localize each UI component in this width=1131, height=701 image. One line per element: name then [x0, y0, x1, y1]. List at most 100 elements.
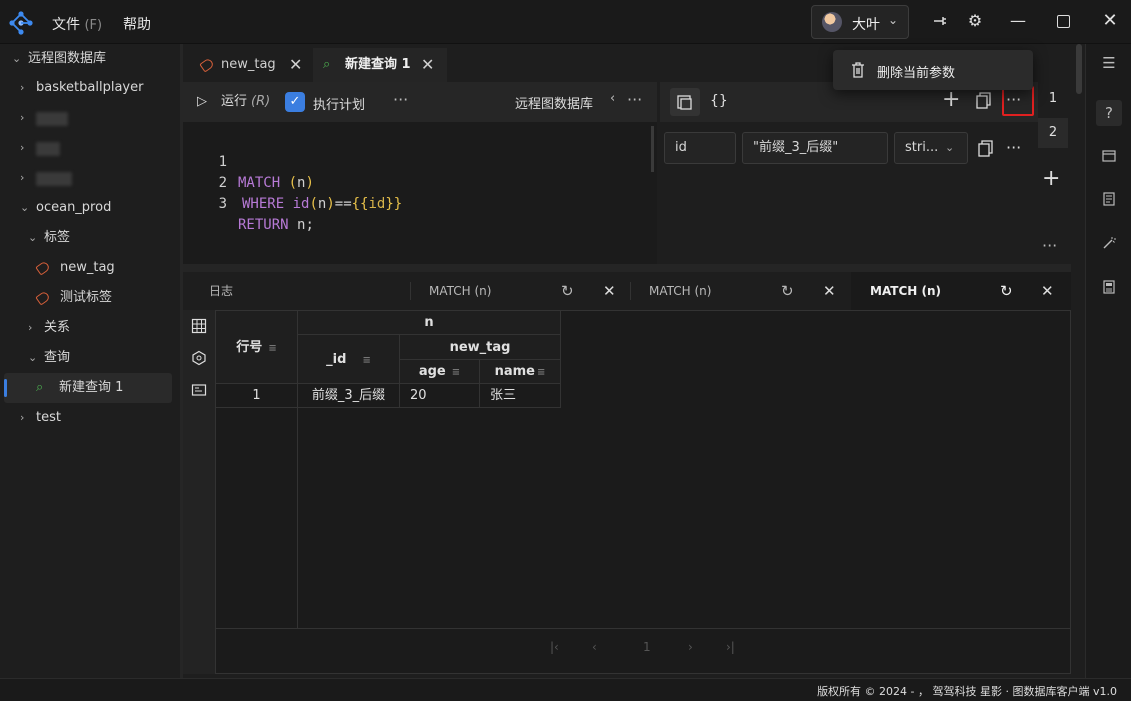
- params-scrollbar[interactable]: [1076, 44, 1082, 94]
- menu-icon[interactable]: ☰: [1096, 50, 1122, 76]
- param-value-field[interactable]: "前缀_3_后缀": [742, 132, 888, 164]
- tree-item-test-tag[interactable]: 测试标签: [0, 283, 180, 313]
- play-icon: ▷: [197, 94, 207, 109]
- column-header-row-number[interactable]: 行号 ≡: [216, 311, 298, 384]
- more-options-icon[interactable]: ···: [393, 90, 408, 109]
- column-header-name[interactable]: name ≡: [480, 360, 561, 384]
- menu-file[interactable]: 文件 (F): [52, 14, 102, 34]
- exec-plan-checkbox[interactable]: ✓: [285, 92, 305, 112]
- sort-icon[interactable]: ≡: [537, 367, 545, 378]
- more-options-icon[interactable]: ···: [1006, 138, 1021, 157]
- table-cell-age: 20: [400, 384, 480, 408]
- param-set-2-button[interactable]: 2: [1038, 118, 1068, 148]
- sort-icon[interactable]: ≡: [268, 343, 276, 354]
- copy-icon[interactable]: [976, 92, 992, 110]
- param-name-field[interactable]: id: [664, 132, 736, 164]
- settings-gear-icon[interactable]: ⚙: [963, 11, 987, 30]
- tree-item-redacted-3[interactable]: ›: [0, 163, 180, 193]
- database-save-icon[interactable]: [1096, 276, 1122, 302]
- tree-item-relations[interactable]: › 关系: [0, 313, 180, 343]
- column-header-id[interactable]: _id ≡: [298, 335, 400, 384]
- params-table-view-button[interactable]: [670, 88, 700, 116]
- copy-icon[interactable]: [978, 140, 994, 158]
- result-tab-label: MATCH (n): [429, 284, 492, 298]
- result-tab-bar: 日志 MATCH (n) ↻ ✕ MATCH (n) ↻ ✕ MATCH (n)…: [183, 272, 1071, 310]
- close-window-icon[interactable]: ✕: [1098, 10, 1122, 31]
- param-type-select[interactable]: stri... ⌄: [894, 132, 968, 164]
- current-page[interactable]: 1: [643, 640, 651, 654]
- tab-new-query-1[interactable]: ⌕ 新建查询 1 ✕: [313, 48, 447, 82]
- code-editor[interactable]: 1 MATCH (n) 2 WHERE id(n)=={{id}} 3 RETU…: [183, 122, 657, 264]
- tree-item-redacted-2[interactable]: ›: [0, 133, 180, 163]
- exec-plan-label: 执行计划: [313, 98, 366, 113]
- tree-item-basketballplayer[interactable]: › basketballplayer: [0, 73, 180, 103]
- result-tab-match-3[interactable]: MATCH (n) ↻ ✕: [851, 272, 1071, 310]
- add-param-icon[interactable]: +: [942, 88, 960, 112]
- header-label: age: [418, 364, 446, 379]
- chevron-right-icon: ›: [20, 141, 25, 154]
- delete-param-menu-item[interactable]: 删除当前参数: [877, 62, 955, 81]
- close-tab-icon[interactable]: ✕: [289, 48, 302, 82]
- tree-item-new-tag[interactable]: new_tag: [0, 253, 180, 283]
- tree-root-remote-db[interactable]: ⌄ 远程图数据库: [0, 44, 180, 74]
- menu-help[interactable]: 帮助: [123, 14, 151, 34]
- sort-icon[interactable]: ≡: [452, 367, 460, 378]
- tree-item-test[interactable]: › test: [0, 403, 180, 433]
- tree-item-queries[interactable]: ⌄ 查询: [0, 343, 180, 373]
- highlight-box: [1002, 86, 1034, 116]
- selection-marker: [4, 379, 7, 397]
- sort-icon[interactable]: ≡: [362, 355, 370, 366]
- param-set-1-button[interactable]: 1: [1038, 84, 1068, 114]
- more-options-icon[interactable]: ···: [627, 90, 642, 109]
- tree-item-label: test: [36, 410, 61, 425]
- table-view-icon[interactable]: [189, 318, 209, 338]
- more-options-icon[interactable]: ···: [1042, 236, 1057, 255]
- redacted-label: [36, 172, 72, 186]
- table-cell-id: 前缀_3_后缀: [298, 384, 400, 408]
- last-page-icon[interactable]: ›|: [726, 640, 735, 654]
- tab-label: 新建查询 1: [345, 57, 411, 72]
- next-page-icon[interactable]: ›: [688, 640, 693, 654]
- group-header-new-tag: new_tag: [400, 335, 561, 360]
- close-tab-icon[interactable]: ✕: [603, 272, 616, 310]
- params-json-view-button[interactable]: {}: [710, 93, 728, 109]
- tree-item-ocean-prod[interactable]: ⌄ ocean_prod: [0, 193, 180, 223]
- tree-item-tags[interactable]: ⌄ 标签: [0, 223, 180, 253]
- tab-new-tag[interactable]: new_tag ✕: [187, 48, 313, 82]
- minimize-icon[interactable]: —: [1006, 11, 1030, 30]
- graph-view-icon[interactable]: [189, 350, 209, 370]
- tree-item-new-query-1[interactable]: ⌕ 新建查询 1: [4, 373, 172, 403]
- card-icon[interactable]: [1096, 144, 1122, 170]
- first-page-icon[interactable]: |‹: [550, 640, 559, 654]
- result-tab-match-2[interactable]: MATCH (n) ↻ ✕: [631, 272, 851, 310]
- maximize-icon[interactable]: [1057, 15, 1070, 28]
- column-header-age[interactable]: age ≡: [400, 360, 480, 384]
- result-view-switcher: [183, 310, 215, 674]
- editor-scrollbar[interactable]: [651, 126, 654, 172]
- tree-item-redacted-1[interactable]: ›: [0, 103, 180, 133]
- help-question-icon[interactable]: ?: [1096, 100, 1122, 126]
- keyword: RETURN: [238, 217, 289, 233]
- magic-wand-icon[interactable]: [1096, 232, 1122, 258]
- add-param-set-icon[interactable]: +: [1042, 166, 1060, 191]
- result-tab-label: MATCH (n): [870, 284, 942, 298]
- prev-page-icon[interactable]: ‹: [592, 640, 597, 654]
- pager-divider: [216, 628, 1070, 629]
- close-tab-icon[interactable]: ✕: [421, 48, 434, 82]
- result-tab-match-1[interactable]: MATCH (n) ↻ ✕: [411, 272, 631, 310]
- panel-splitter[interactable]: [183, 264, 1071, 272]
- refresh-icon[interactable]: ↻: [1000, 272, 1013, 310]
- plan-view-icon[interactable]: [189, 382, 209, 402]
- db-selector[interactable]: 远程图数据库: [515, 93, 593, 112]
- user-menu-button[interactable]: 大叶 ⌄: [811, 5, 909, 39]
- result-tab-log[interactable]: 日志: [183, 272, 409, 310]
- close-tab-icon[interactable]: ✕: [1041, 272, 1054, 310]
- refresh-icon[interactable]: ↻: [781, 272, 794, 310]
- chevron-left-icon[interactable]: ‹: [610, 91, 615, 106]
- document-icon[interactable]: [1096, 188, 1122, 214]
- close-tab-icon[interactable]: ✕: [823, 272, 836, 310]
- refresh-icon[interactable]: ↻: [561, 272, 574, 310]
- pin-icon[interactable]: [928, 12, 952, 34]
- avatar: [822, 12, 842, 32]
- result-tab-label: 日志: [209, 284, 234, 298]
